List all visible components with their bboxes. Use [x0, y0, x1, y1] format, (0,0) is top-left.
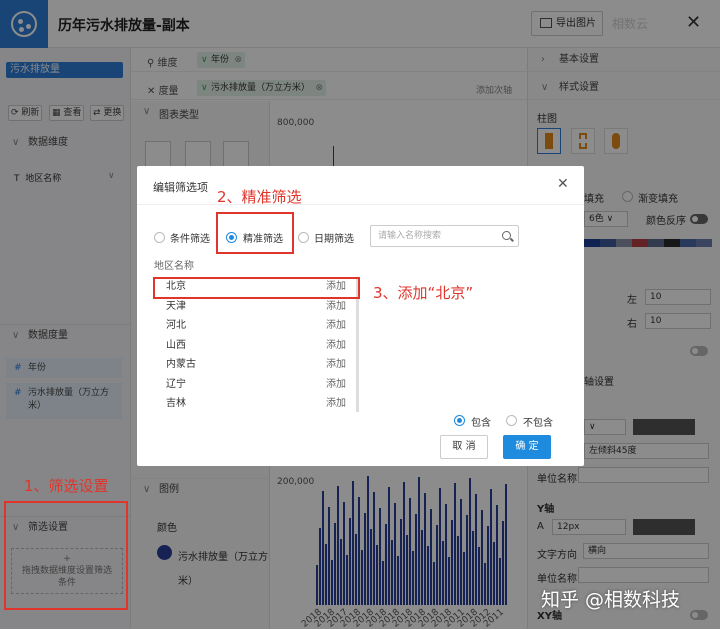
annotation-step1: 1、筛选设置 — [24, 477, 109, 495]
add-item-link[interactable]: 添加 — [326, 394, 346, 413]
include-label: 包含 — [471, 418, 491, 429]
annotation-box-beijing — [153, 277, 360, 299]
exclude-radio[interactable] — [506, 415, 517, 426]
ok-button[interactable]: 确 定 — [503, 435, 551, 459]
date-filter-label: 日期筛选 — [314, 234, 354, 245]
condition-filter-radio[interactable] — [154, 232, 165, 243]
date-filter-radio[interactable] — [298, 232, 309, 243]
condition-filter-label: 条件筛选 — [170, 234, 210, 245]
cancel-button[interactable]: 取 消 — [440, 435, 488, 459]
search-input[interactable]: 请输入名称搜索 — [370, 225, 519, 247]
filter-item-row[interactable]: 吉林 添加 — [154, 394, 354, 413]
filter-item-row[interactable]: 河北 添加 — [154, 316, 354, 335]
dialog-close-icon[interactable]: ✕ — [557, 176, 569, 192]
include-radio[interactable] — [454, 415, 465, 426]
add-item-link[interactable]: 添加 — [326, 297, 346, 316]
annotation-box-exact — [216, 212, 294, 254]
add-item-link[interactable]: 添加 — [326, 355, 346, 374]
add-item-link[interactable]: 添加 — [326, 316, 346, 335]
annotation-step3: 3、添加“北京” — [373, 284, 474, 302]
filter-item-name: 辽宁 — [166, 378, 186, 390]
field-name-label: 地区名称 — [154, 261, 194, 272]
zhihu-watermark: 知乎 @相数科技 — [541, 589, 681, 611]
edit-filter-dialog: 编辑筛选项 ✕ 条件筛选 精准筛选 日期筛选 请输入名称搜索 地区名称 北京 添加… — [137, 166, 584, 466]
filter-item-row[interactable]: 内蒙古 添加 — [154, 355, 354, 374]
dialog-title: 编辑筛选项 — [153, 181, 208, 194]
annotation-box-filter — [4, 501, 128, 610]
add-item-link[interactable]: 添加 — [326, 375, 346, 394]
filter-item-row[interactable]: 辽宁 添加 — [154, 375, 354, 394]
filter-item-name: 天津 — [166, 300, 186, 312]
filter-item-name: 河北 — [166, 320, 186, 331]
filter-item-name: 内蒙古 — [166, 359, 196, 370]
search-icon — [502, 231, 511, 240]
filter-item-name: 山西 — [166, 339, 186, 351]
filter-item-row[interactable]: 山西 添加 — [154, 336, 354, 355]
filter-item-name: 吉林 — [166, 398, 186, 409]
annotation-step2: 2、精准筛选 — [217, 188, 302, 206]
exclude-label: 不包含 — [523, 418, 553, 429]
add-item-link[interactable]: 添加 — [326, 336, 346, 355]
filter-item-row[interactable]: 天津 添加 — [154, 297, 354, 316]
